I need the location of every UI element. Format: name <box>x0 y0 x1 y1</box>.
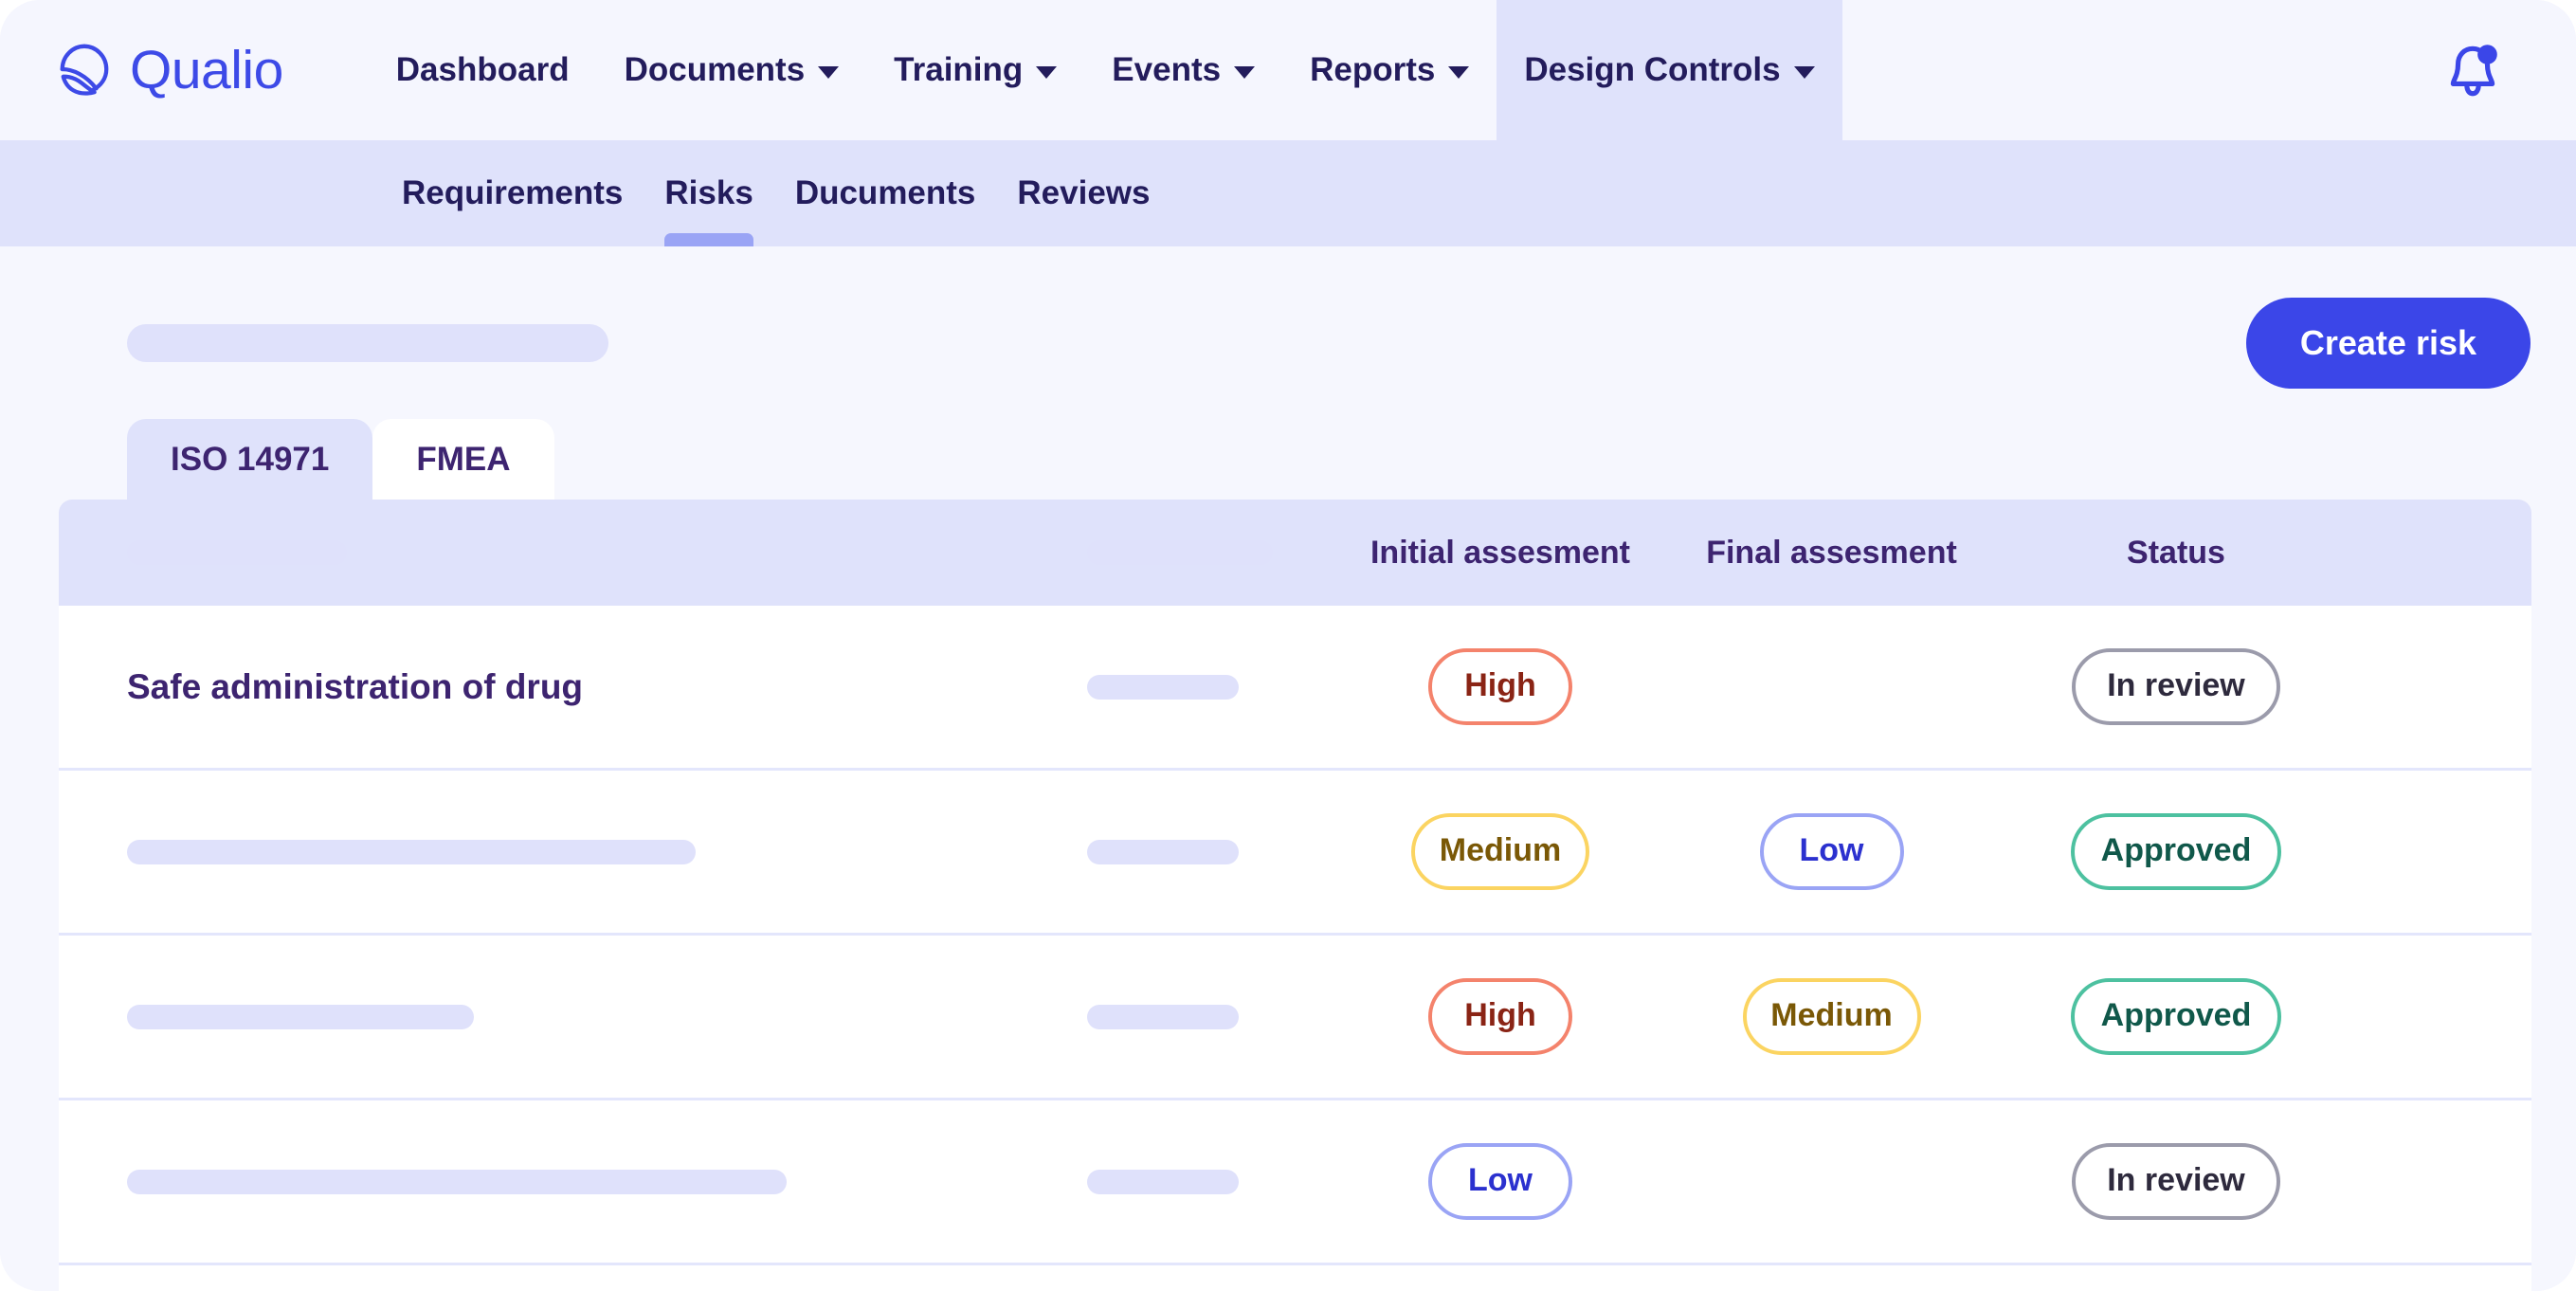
initial-assesment-badge[interactable]: Medium <box>1411 813 1589 890</box>
brand-name: Qualio <box>130 44 283 98</box>
status-badge[interactable]: In review <box>2072 648 2280 725</box>
chevron-down-icon <box>1234 66 1255 79</box>
status-badge[interactable]: Approved <box>2071 813 2281 890</box>
table-row[interactable]: Safe administration of drug High In revi… <box>59 606 2531 771</box>
risk-owner-placeholder <box>1087 675 1239 700</box>
risk-name-cell: Safe administration of drug <box>59 667 1087 707</box>
column-header-owner-placeholder <box>1087 540 1273 565</box>
column-header-initial-assesment: Initial assesment <box>1333 535 1667 572</box>
subnav-item-reviews[interactable]: Reviews <box>996 140 1170 246</box>
initial-assesment-cell: High <box>1333 648 1667 725</box>
initial-assesment-badge[interactable]: Low <box>1428 1143 1572 1220</box>
table-header-row: Initial assesment Final assesment Status <box>59 500 2531 606</box>
top-nav-items: Dashboard Documents Training Events Repo… <box>369 0 1842 140</box>
chevron-down-icon <box>818 66 839 79</box>
table-row[interactable]: High Medium Approved <box>59 936 2531 1100</box>
risk-owner-cell <box>1087 675 1333 700</box>
chevron-down-icon <box>1036 66 1057 79</box>
nav-item-events[interactable]: Events <box>1084 0 1282 140</box>
risk-standard-tabs: ISO 14971 FMEA <box>0 419 2576 500</box>
initial-assesment-badge[interactable]: High <box>1428 978 1572 1055</box>
nav-item-reports[interactable]: Reports <box>1282 0 1497 140</box>
subnav-item-risks[interactable]: Risks <box>644 140 773 246</box>
bell-icon <box>2441 39 2504 101</box>
final-assesment-badge[interactable]: Medium <box>1743 978 1921 1055</box>
risk-name-cell <box>59 840 1087 864</box>
column-header-final-assesment: Final assesment <box>1667 535 1996 572</box>
nav-item-label: Dashboard <box>396 51 570 89</box>
risk-owner-cell <box>1087 840 1333 864</box>
status-cell: In review <box>1996 648 2356 725</box>
subnav-item-label: Risks <box>664 174 753 212</box>
tab-label: FMEA <box>416 441 510 478</box>
subnav-item-requirements[interactable]: Requirements <box>381 140 644 246</box>
sub-navigation-bar: Requirements Risks Ducuments Reviews <box>0 140 2576 246</box>
column-header-name-placeholder <box>127 540 347 565</box>
initial-assesment-cell: Medium <box>1333 813 1667 890</box>
risks-table: Initial assesment Final assesment Status… <box>59 500 2531 1291</box>
table-row[interactable]: Medium Low Approved <box>59 771 2531 936</box>
status-cell: Approved <box>1996 978 2356 1055</box>
table-row[interactable]: Low In review <box>59 1100 2531 1265</box>
tab-label: ISO 14971 <box>171 441 329 478</box>
chevron-down-icon <box>1448 66 1469 79</box>
status-cell: Approved <box>1996 813 2356 890</box>
nav-item-training[interactable]: Training <box>866 0 1084 140</box>
risk-name-placeholder <box>127 840 696 864</box>
qualio-circle-leaf-logo-icon <box>55 41 114 100</box>
final-assesment-cell: Low <box>1667 813 1996 890</box>
initial-assesment-cell: High <box>1333 978 1667 1055</box>
subnav-item-ducuments[interactable]: Ducuments <box>774 140 997 246</box>
tab-iso-14971[interactable]: ISO 14971 <box>127 419 372 500</box>
risk-owner-placeholder <box>1087 1005 1239 1029</box>
app-window: Qualio Dashboard Documents Training Even… <box>0 0 2576 1291</box>
risk-owner-placeholder <box>1087 1170 1239 1194</box>
create-risk-button[interactable]: Create risk <box>2246 298 2531 389</box>
risk-owner-cell <box>1087 1170 1333 1194</box>
page-title-placeholder <box>127 324 608 362</box>
page-content: Create risk ISO 14971 FMEA Initial asses… <box>0 246 2576 1291</box>
top-navigation-bar: Qualio Dashboard Documents Training Even… <box>0 0 2576 140</box>
risk-owner-placeholder <box>1087 840 1239 864</box>
nav-item-label: Documents <box>625 51 806 89</box>
notifications-button[interactable] <box>2441 39 2504 101</box>
column-header-name <box>59 540 1087 565</box>
final-assesment-cell <box>1667 1162 1996 1202</box>
chevron-down-icon <box>1794 66 1815 79</box>
risk-name-cell <box>59 1170 1087 1194</box>
status-cell: In review <box>1996 1143 2356 1220</box>
page-header: Create risk <box>0 305 2576 381</box>
final-assesment-cell: Medium <box>1667 978 1996 1055</box>
risk-name: Safe administration of drug <box>127 667 583 707</box>
notification-badge-dot <box>2477 45 2497 64</box>
subnav-item-label: Reviews <box>1017 174 1150 212</box>
risk-name-placeholder <box>127 1170 787 1194</box>
status-badge[interactable]: Approved <box>2071 978 2281 1055</box>
nav-item-label: Design Controls <box>1524 51 1780 89</box>
nav-item-label: Events <box>1112 51 1221 89</box>
subnav-item-label: Requirements <box>402 174 623 212</box>
final-assesment-cell <box>1667 667 1996 707</box>
final-assesment-badge[interactable]: Low <box>1760 813 1904 890</box>
subnav-item-label: Ducuments <box>795 174 976 212</box>
risk-name-cell <box>59 1005 1087 1029</box>
risk-owner-cell <box>1087 1005 1333 1029</box>
table-row[interactable] <box>59 1265 2531 1291</box>
initial-assesment-cell: Low <box>1333 1143 1667 1220</box>
column-header-status: Status <box>1996 535 2356 572</box>
risk-name-placeholder <box>127 1005 474 1029</box>
brand-logo[interactable]: Qualio <box>55 41 283 100</box>
tab-fmea[interactable]: FMEA <box>372 419 553 500</box>
nav-item-label: Reports <box>1310 51 1435 89</box>
nav-item-design-controls[interactable]: Design Controls <box>1497 0 1841 140</box>
initial-assesment-badge[interactable]: High <box>1428 648 1572 725</box>
column-header-owner <box>1087 540 1333 565</box>
nav-item-label: Training <box>894 51 1023 89</box>
status-badge[interactable]: In review <box>2072 1143 2280 1220</box>
nav-item-dashboard[interactable]: Dashboard <box>369 0 597 140</box>
nav-item-documents[interactable]: Documents <box>597 0 867 140</box>
